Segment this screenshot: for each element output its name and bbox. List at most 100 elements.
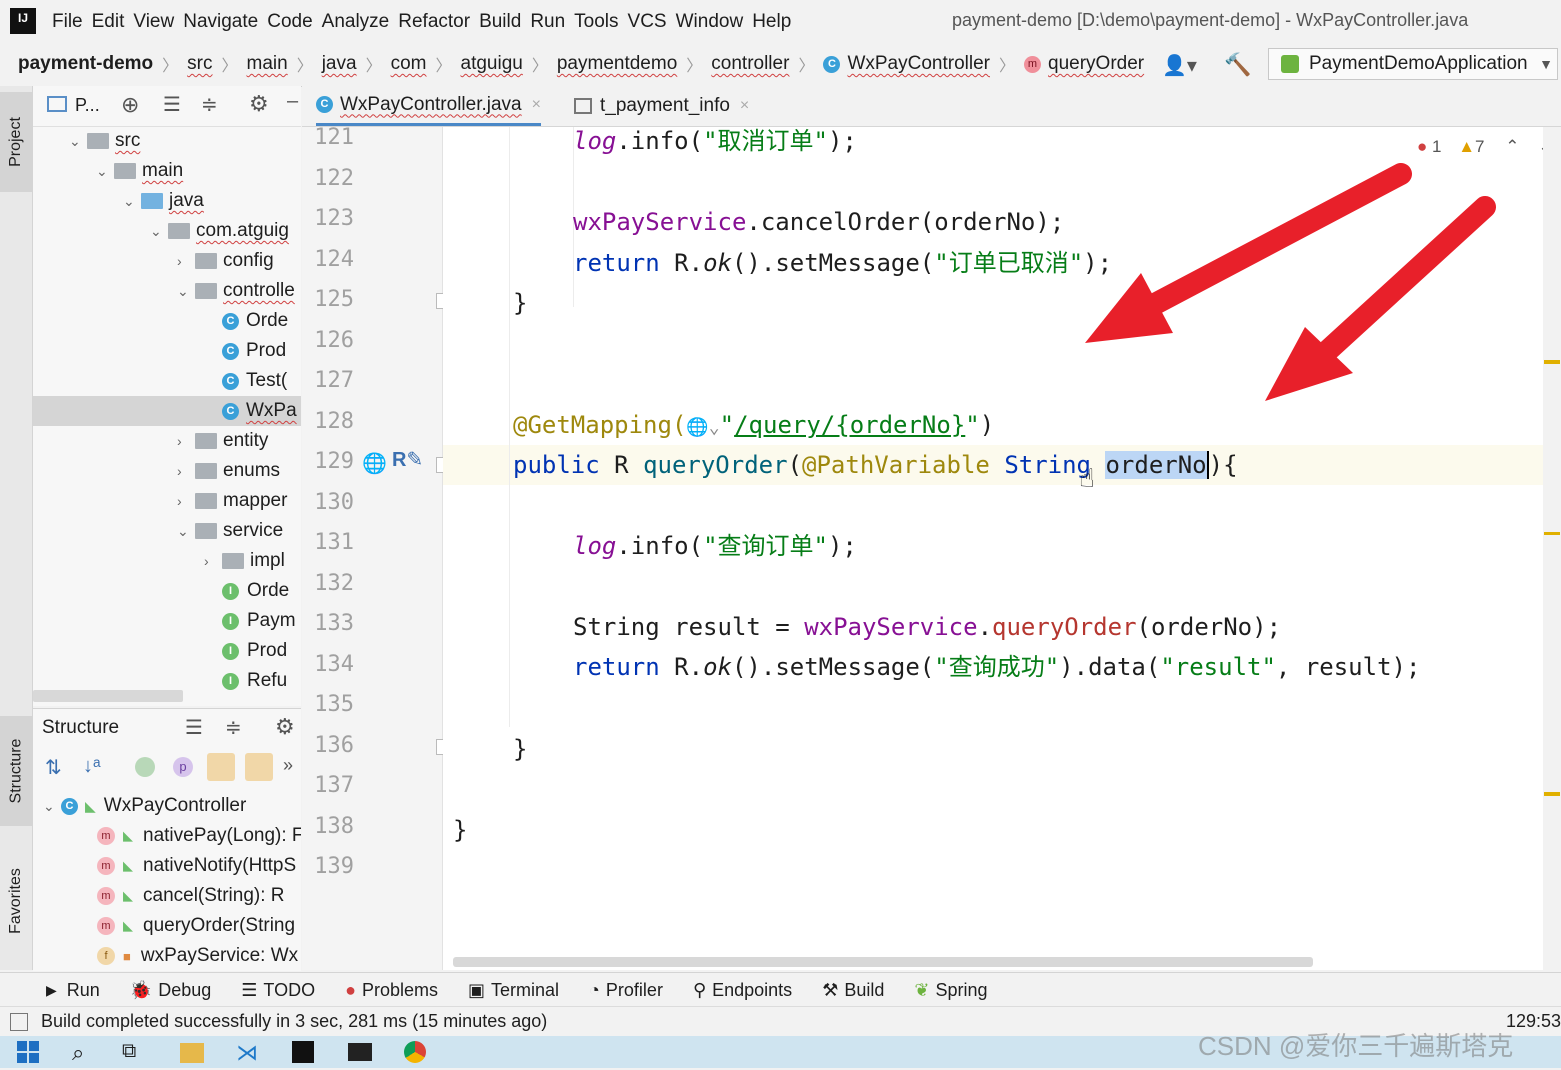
chevron-right-icon[interactable]: ›	[177, 493, 195, 509]
edit-request-icon[interactable]: R✎	[392, 447, 423, 472]
collapse-all-icon[interactable]: ≑	[201, 92, 218, 117]
windows-start-icon[interactable]	[16, 1040, 42, 1064]
tree-item[interactable]: › enums	[33, 456, 301, 486]
show-fields-icon[interactable]	[207, 753, 235, 781]
breadcrumb-src[interactable]: src	[187, 53, 212, 75]
breadcrumb-atguigu[interactable]: atguigu	[461, 53, 523, 75]
structure-root[interactable]: ⌄ C ◣ WxPayController	[43, 791, 246, 821]
tree-item[interactable]: ⌄ com.atguig	[33, 216, 301, 246]
menu-build[interactable]: Build	[479, 11, 530, 33]
tree-item[interactable]: ⌄ service	[33, 516, 301, 546]
show-non-public-icon[interactable]	[245, 753, 273, 781]
menu-refactor[interactable]: Refactor	[398, 11, 479, 33]
breadcrumb-paymentdemo[interactable]: paymentdemo	[557, 53, 677, 75]
web-endpoint-icon[interactable]: 🌐	[362, 451, 387, 476]
file-explorer-icon[interactable]	[180, 1043, 204, 1063]
chevron-down-icon[interactable]: ⌄	[177, 523, 195, 540]
structure-tool-tab[interactable]: Structure	[0, 716, 32, 826]
horizontal-scrollbar[interactable]	[33, 690, 183, 702]
menu-tools[interactable]: Tools	[574, 11, 627, 33]
vscode-icon[interactable]: ⋊	[236, 1040, 262, 1065]
chevron-down-icon[interactable]: ⌄	[43, 798, 61, 815]
close-icon[interactable]: ×	[740, 97, 749, 115]
error-stripe-mark[interactable]	[1544, 360, 1560, 364]
run-configuration-select[interactable]: PaymentDemoApplication ▼	[1268, 48, 1558, 80]
menu-edit[interactable]: Edit	[92, 11, 134, 33]
task-view-icon[interactable]: ⧉	[122, 1040, 148, 1064]
show-inherited-icon[interactable]	[135, 757, 155, 777]
cursor-position[interactable]: 129:53	[1506, 1011, 1561, 1032]
run-tool-button[interactable]: ▶ Run	[46, 980, 100, 1001]
menu-help[interactable]: Help	[752, 11, 800, 33]
structure-item[interactable]: m ◣ nativeNotify(HttpS	[97, 851, 296, 881]
expand-all-icon[interactable]: ☰	[185, 715, 203, 740]
collapse-all-icon[interactable]: ≑	[225, 715, 242, 740]
hide-icon[interactable]: –	[287, 90, 298, 113]
breadcrumb-class[interactable]: WxPayController	[847, 53, 990, 75]
tree-item[interactable]: C Orde	[33, 306, 301, 336]
tree-item[interactable]: ⌄ main	[33, 156, 301, 186]
todo-tool-button[interactable]: ☰ TODO	[241, 980, 315, 1001]
breadcrumb-method[interactable]: queryOrder	[1048, 53, 1144, 75]
intellij-icon[interactable]	[292, 1041, 314, 1063]
tree-item[interactable]: C Test(	[33, 366, 301, 396]
menu-navigate[interactable]: Navigate	[183, 11, 267, 33]
tree-item[interactable]: ⌄ src	[33, 126, 301, 156]
sort-alphabetically-icon[interactable]: ↓ᵃ	[83, 755, 100, 778]
debug-tool-button[interactable]: 🐞 Debug	[130, 980, 211, 1001]
close-icon[interactable]: ×	[532, 96, 541, 114]
breadcrumb-controller[interactable]: controller	[711, 53, 789, 75]
breadcrumb-com[interactable]: com	[391, 53, 427, 75]
toggle-tool-windows-icon[interactable]	[10, 1013, 28, 1031]
terminal-icon[interactable]	[348, 1043, 372, 1061]
chevron-right-icon[interactable]: ›	[204, 553, 222, 569]
hammer-build-icon[interactable]: 🔨	[1224, 52, 1251, 78]
tab-t-payment-info[interactable]: t_payment_info ×	[574, 86, 749, 126]
gear-icon[interactable]: ⚙	[249, 91, 269, 117]
chrome-icon[interactable]	[404, 1041, 426, 1063]
menu-vcs[interactable]: VCS	[628, 11, 676, 33]
menu-view[interactable]: View	[133, 11, 183, 33]
tree-item[interactable]: I Orde	[33, 576, 301, 606]
structure-item[interactable]: m ◣ cancel(String): R	[97, 881, 285, 911]
structure-item[interactable]: m ◣ queryOrder(String	[97, 911, 295, 941]
tree-item[interactable]: I Paym	[33, 606, 301, 636]
tree-item[interactable]: ⌄ java	[33, 186, 301, 216]
endpoints-tool-button[interactable]: ⚲ Endpoints	[693, 980, 792, 1001]
breadcrumb-project[interactable]: payment-demo	[18, 53, 153, 75]
tree-item[interactable]: › entity	[33, 426, 301, 456]
search-icon[interactable]: ⌕	[72, 1040, 98, 1065]
menu-code[interactable]: Code	[267, 11, 321, 33]
terminal-tool-button[interactable]: ▣ Terminal	[468, 980, 559, 1001]
error-stripe-mark[interactable]	[1544, 532, 1560, 535]
structure-item[interactable]: f ■ wxPayService: Wx	[97, 941, 298, 971]
breadcrumb-main[interactable]: main	[247, 53, 288, 75]
chevron-down-icon[interactable]: ⌄	[69, 133, 87, 150]
build-tool-button[interactable]: ⚒ Build	[822, 980, 884, 1001]
project-tool-tab[interactable]: Project	[0, 92, 32, 192]
tree-item[interactable]: › mapper	[33, 486, 301, 516]
expand-all-icon[interactable]: ☰	[163, 92, 181, 117]
chevron-down-icon[interactable]: ⌄	[96, 163, 114, 180]
problems-tool-button[interactable]: ● Problems	[345, 980, 438, 1001]
tree-item[interactable]: C Prod	[33, 336, 301, 366]
chevron-right-icon[interactable]: ›	[177, 433, 195, 449]
error-stripe-mark[interactable]	[1544, 792, 1560, 796]
code-editor[interactable]: log.info("取消订单"); wxPayService.cancelOrd…	[443, 127, 1543, 970]
show-properties-icon[interactable]: p	[173, 757, 193, 777]
menu-analyze[interactable]: Analyze	[322, 11, 399, 33]
chevron-down-icon[interactable]: ⌄	[123, 193, 141, 210]
breadcrumb-java[interactable]: java	[322, 53, 357, 75]
favorites-tool-tab[interactable]: Favorites	[0, 846, 32, 956]
tree-item[interactable]: I Prod	[33, 636, 301, 666]
structure-item[interactable]: m ◣ nativePay(Long): F	[97, 821, 301, 851]
gear-icon[interactable]: ⚙	[275, 714, 295, 740]
chevron-right-icon[interactable]: ›	[177, 463, 195, 479]
status-message[interactable]: Build completed successfully in 3 sec, 2…	[41, 1011, 547, 1032]
tree-item[interactable]: C WxPa	[33, 396, 301, 426]
project-view-select[interactable]: P...	[75, 95, 100, 116]
user-icon[interactable]: 👤▾	[1162, 53, 1197, 78]
locate-icon[interactable]: ⊕	[121, 92, 139, 118]
menu-file[interactable]: File	[52, 11, 92, 33]
menu-window[interactable]: Window	[676, 11, 753, 33]
